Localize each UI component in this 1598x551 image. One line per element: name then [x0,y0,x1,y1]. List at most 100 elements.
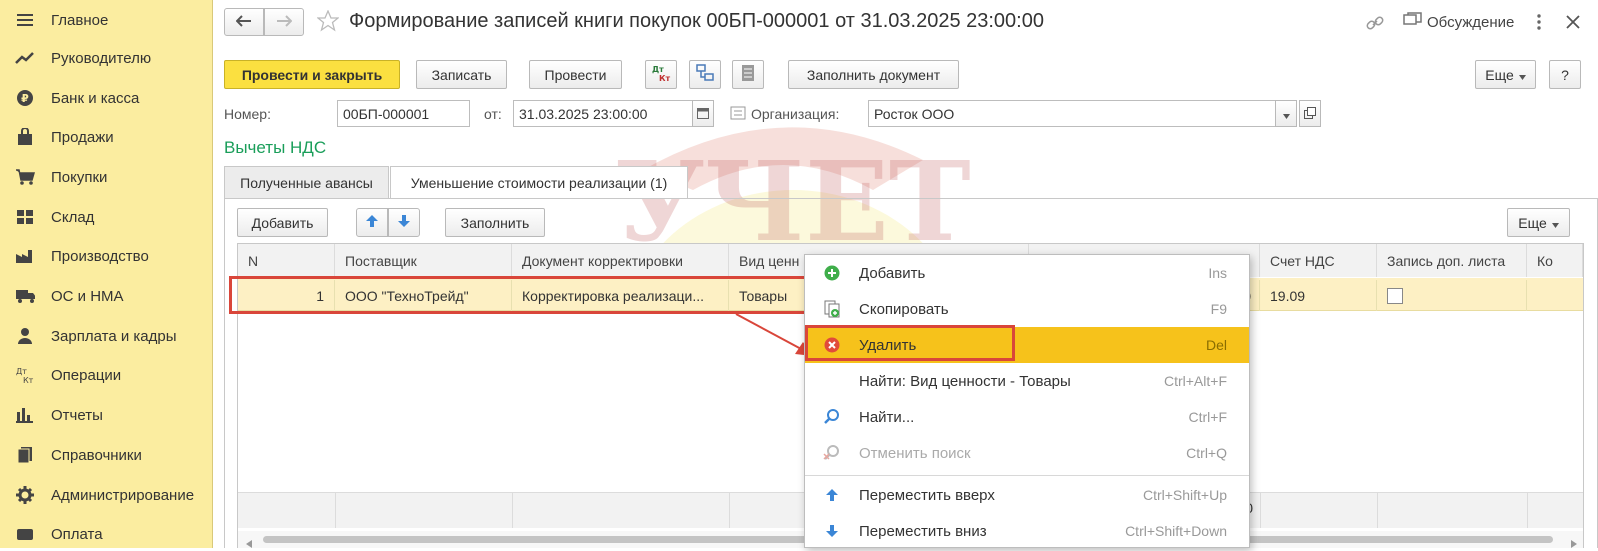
footer-divider [729,492,730,528]
menu-item-find[interactable]: Найти... Ctrl+F [805,399,1249,435]
sidebar-item-label: Руководителю [51,49,152,67]
forward-button[interactable] [264,8,304,36]
move-down-button[interactable] [388,208,420,237]
menu-item-shortcut: Del [1205,337,1227,353]
menu-item-find-by-value[interactable]: Найти: Вид ценности - Товары Ctrl+Alt+F [805,363,1249,399]
arrow-down-icon [823,522,841,540]
more-vertical-icon[interactable] [1536,13,1542,34]
organization-open-button[interactable] [1299,100,1321,127]
sidebar-item-label: Зарплата и кадры [51,327,177,345]
more-button[interactable]: Еще [1475,60,1536,89]
menu-item-move-up[interactable]: Переместить вверх Ctrl+Shift+Up [805,477,1249,513]
column-header-supplier[interactable]: Поставщик [335,244,512,277]
save-button[interactable]: Записать [416,60,507,89]
more-label: Еще [1485,66,1514,83]
structure-button[interactable] [689,60,721,89]
post-button[interactable]: Провести [529,60,622,89]
discussion-button[interactable]: Обсуждение [1403,12,1514,33]
report-button[interactable] [732,60,764,89]
organization-dropdown-button[interactable] [1275,100,1297,127]
fill-table-button[interactable]: Заполнить [445,208,545,237]
menu-item-shortcut: Ctrl+Q [1186,445,1227,461]
warehouse-icon [15,207,35,227]
sidebar-item-warehouse[interactable]: Склад [0,197,212,237]
sidebar-item-label: Оплата [51,525,103,543]
link-icon[interactable] [1365,13,1385,36]
svg-text:Дт: Дт [16,367,27,376]
menu-item-add[interactable]: Добавить Ins [805,255,1249,291]
sidebar-item-label: Продажи [51,128,114,146]
table-more-button[interactable]: Еще [1507,208,1570,237]
chevron-down-icon [1518,67,1526,83]
column-header-vat-account[interactable]: Счет НДС [1260,244,1377,277]
arrow-down-icon [397,214,411,231]
sidebar-item-operations[interactable]: Дт Кт Операции [0,355,212,395]
menu-item-label: Отменить поиск [859,444,971,462]
add-row-button[interactable]: Добавить [237,208,328,237]
trend-icon [15,48,35,68]
footer-divider [1377,492,1378,528]
bar-chart-icon [15,405,35,425]
sidebar-item-fixed-assets[interactable]: ОС и НМА [0,276,212,316]
dt-kt-button[interactable]: Дт Кт [645,60,677,89]
column-header-correction-doc[interactable]: Документ корректировки [512,244,729,277]
plus-circle-icon [823,264,841,282]
arrow-up-icon [823,486,841,504]
search-icon [823,408,841,426]
copy-icon [823,300,841,318]
tab-sales-cost-reduction[interactable]: Уменьшение стоимости реализации (1) [390,166,688,199]
extra-sheet-checkbox[interactable] [1387,287,1403,304]
sidebar-item-main[interactable]: Главное [0,0,212,40]
close-icon[interactable] [1565,14,1581,33]
person-icon [15,326,35,346]
sidebar-item-director[interactable]: Руководителю [0,38,212,78]
footer-divider [335,492,336,528]
sidebar-item-references[interactable]: Справочники [0,435,212,475]
sidebar-item-salary[interactable]: Зарплата и кадры [0,316,212,356]
column-header-n[interactable]: N [238,244,335,277]
menu-item-copy[interactable]: Скопировать F9 [805,291,1249,327]
sidebar-item-production[interactable]: Производство [0,236,212,276]
sidebar-item-sales[interactable]: Продажи [0,117,212,157]
tab-received-advances[interactable]: Полученные авансы [224,166,389,198]
menu-item-label: Добавить [859,264,926,282]
sidebar-item-payment[interactable]: Оплата [0,514,212,548]
column-header-extra-sheet[interactable]: Запись доп. листа [1377,244,1527,277]
svg-text:₽: ₽ [21,92,29,105]
arrow-left-icon [235,14,252,30]
fill-document-button[interactable]: Заполнить документ [788,60,959,89]
scroll-right-icon [1571,535,1577,551]
number-label: Номер: [224,106,271,122]
date-label: от: [484,106,502,122]
sidebar-item-purchases[interactable]: Покупки [0,157,212,197]
sidebar-item-reports[interactable]: Отчеты [0,395,212,435]
date-field[interactable]: 31.03.2025 23:00:00 [513,100,693,127]
section-title: Вычеты НДС [224,138,327,157]
menu-item-shortcut: Ctrl+Shift+Down [1125,523,1227,539]
sidebar-item-bank[interactable]: ₽ Банк и касса [0,78,212,118]
delete-highlight-frame [805,325,1015,361]
menu-item-shortcut: Ctrl+Alt+F [1163,373,1227,389]
menu-item-label: Переместить вниз [859,522,987,540]
organization-label: Организация: [751,106,840,122]
calendar-button[interactable] [692,100,714,127]
sidebar-item-admin[interactable]: Администрирование [0,475,212,515]
menu-item-label: Найти: Вид ценности - Товары [859,372,1071,390]
star-icon[interactable] [316,9,340,35]
sidebar-item-label: Банк и касса [51,89,140,107]
svg-text:Кт: Кт [23,376,34,384]
organization-field[interactable]: Росток ООО [868,100,1276,127]
back-button[interactable] [224,8,264,36]
column-header-extra[interactable]: Ко [1527,244,1583,277]
menu-item-cancel-search[interactable]: Отменить поиск Ctrl+Q [805,435,1249,471]
gear-icon [15,485,35,505]
post-and-close-button[interactable]: Провести и закрыть [224,60,400,89]
sidebar-item-label: Справочники [51,446,142,464]
number-field[interactable]: 00БП-000001 [337,100,470,127]
menu-item-move-down[interactable]: Переместить вниз Ctrl+Shift+Down [805,513,1249,547]
menu-item-shortcut: F9 [1210,301,1227,317]
footer-divider [1260,492,1261,528]
help-button[interactable]: ? [1549,60,1581,89]
move-up-button[interactable] [356,208,388,237]
menu-item-label: Скопировать [859,300,949,318]
